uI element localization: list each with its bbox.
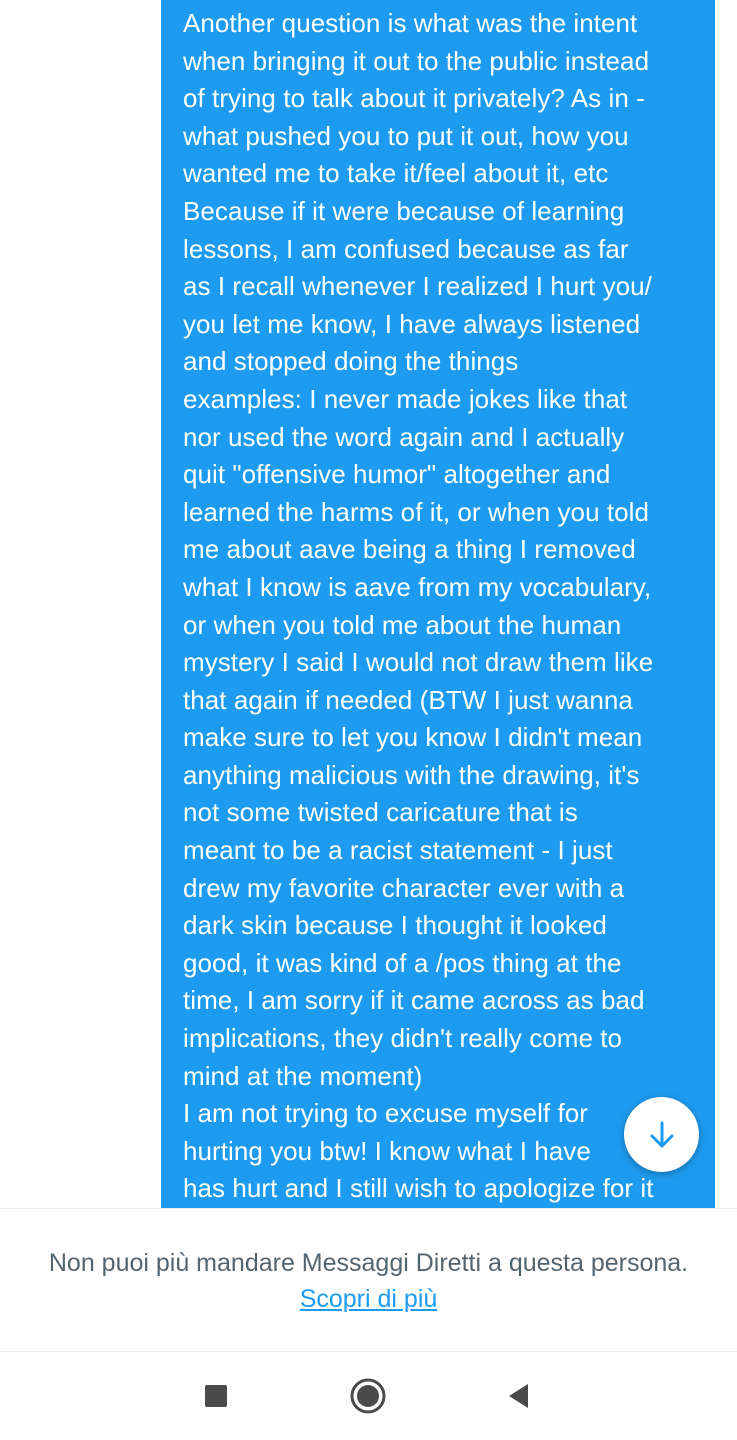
message-line: has hurt and I still wish to apologize f… xyxy=(183,1173,654,1204)
message-line: or when you told me about the human xyxy=(183,609,622,640)
message-line: mystery I said I would not draw them lik… xyxy=(183,647,654,678)
message-line: and stopped doing the things xyxy=(183,346,519,377)
message-line: as I recall whenever I realized I hurt y… xyxy=(183,271,652,302)
message-line: me about aave being a thing I removed xyxy=(183,534,636,565)
scroll-to-bottom-button[interactable] xyxy=(624,1097,699,1172)
message-line: learned the harms of it, or when you tol… xyxy=(183,496,649,527)
sent-message-bubble[interactable]: Another question is what was the intent … xyxy=(161,0,715,1208)
message-line: examples: I never made jokes like that xyxy=(183,383,628,414)
back-button[interactable] xyxy=(475,1352,563,1440)
message-line: what pushed you to put it out, how you xyxy=(183,120,629,151)
message-line: nor used the word again and I actually xyxy=(183,421,625,452)
conversation-view[interactable]: Another question is what was the intent … xyxy=(0,0,737,1208)
message-line: meant to be a racist statement - I just xyxy=(183,835,613,866)
circle-icon xyxy=(350,1378,386,1414)
message-line: time, I am sorry if it came across as ba… xyxy=(183,985,645,1016)
triangle-back-icon xyxy=(509,1384,528,1408)
message-line: anything malicious with the drawing, it'… xyxy=(183,759,640,790)
cannot-message-notice: Non puoi più mandare Messaggi Diretti a … xyxy=(0,1208,737,1352)
home-button[interactable] xyxy=(324,1352,412,1440)
message-line: mind at the moment) xyxy=(183,1060,423,1091)
arrow-down-icon xyxy=(650,1121,673,1147)
notice-text: Non puoi più mandare Messaggi Diretti a … xyxy=(48,1249,689,1277)
message-line: wanted me to take it/feel about it, etc xyxy=(183,158,609,189)
message-line: good, it was kind of a /pos thing at the xyxy=(183,947,622,978)
message-line: Another question is what was the intent xyxy=(183,8,638,38)
recents-button[interactable] xyxy=(172,1352,260,1440)
message-line: implications, they didn't really come to xyxy=(183,1023,623,1054)
learn-more-link[interactable]: Scopri di più xyxy=(0,1283,737,1315)
message-line: of trying to talk about it privately? As… xyxy=(183,83,645,114)
message-line: quit "offensive humor" altogether and xyxy=(183,459,611,490)
message-line: Because if it were because of learning xyxy=(183,195,625,226)
message-line: I am not trying to excuse myself for xyxy=(183,1098,588,1129)
message-line: that again if needed (BTW I just wanna xyxy=(183,684,633,715)
message-line: dark skin because I thought it looked xyxy=(183,910,607,941)
dm-conversation-screen: Another question is what was the intent … xyxy=(0,0,737,1440)
message-line: not some twisted caricature that is xyxy=(183,797,578,828)
message-line: when bringing it out to the public inste… xyxy=(183,45,650,76)
square-icon xyxy=(205,1385,227,1407)
message-line: lessons, I am confused because as far xyxy=(183,233,629,264)
message-line: make sure to let you know I didn't mean xyxy=(183,722,643,753)
message-line: you let me know, I have always listened xyxy=(183,308,641,339)
system-navigation-bar xyxy=(0,1352,737,1440)
message-line: drew my favorite character ever with a xyxy=(183,872,625,903)
message-line: what I know is aave from my vocabulary, xyxy=(183,571,652,602)
